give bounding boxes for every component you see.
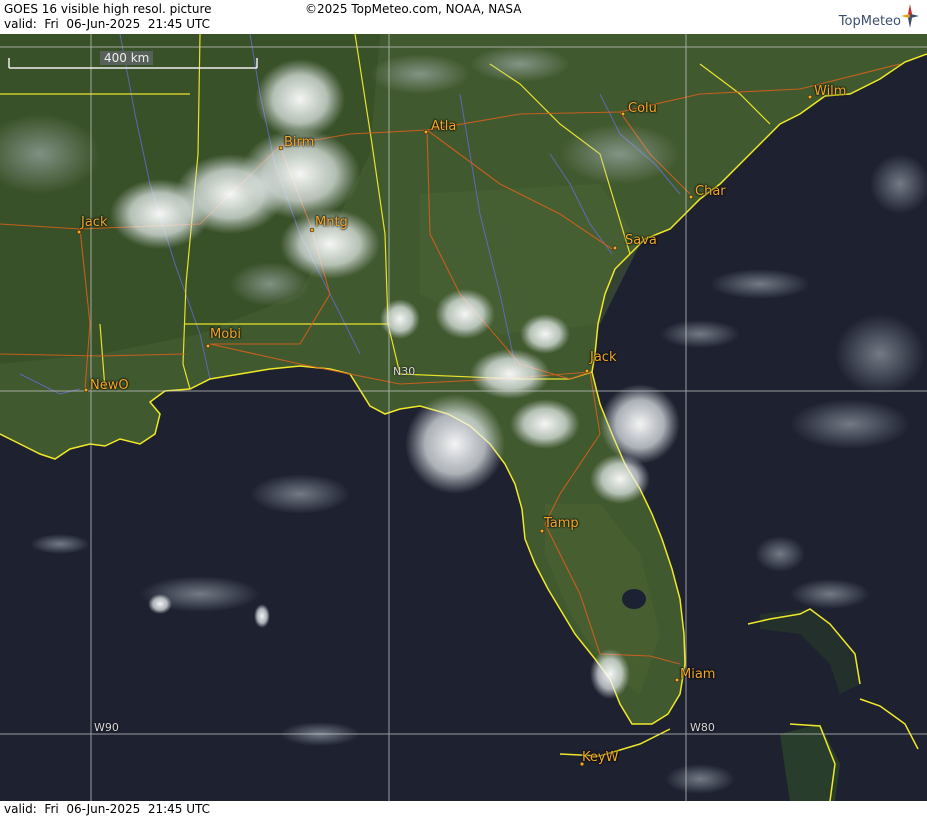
city-dot-colu <box>620 111 626 117</box>
city-label-newo: NewO <box>90 378 129 393</box>
city-label-sava: Sava <box>625 233 657 248</box>
city-dot-newo <box>83 387 89 393</box>
map-canvas <box>0 34 927 801</box>
compass-star-icon <box>901 4 919 28</box>
city-label-wilm: Wilm <box>814 84 847 99</box>
footer: valid: Fri 06-Jun-2025 21:45 UTC <box>0 801 927 817</box>
grid-label-w80: W80 <box>690 721 715 734</box>
lake-okeechobee <box>622 589 646 609</box>
city-dot-miam <box>674 677 680 683</box>
satellite-map[interactable]: 400 km Wilm Colu Atla Birm Char Jack Mnt… <box>0 34 927 801</box>
topmeteo-logo[interactable]: TopMeteo <box>811 2 921 32</box>
city-dot-mntg <box>309 227 315 233</box>
header: GOES 16 visible high resol. picture vali… <box>0 0 927 34</box>
city-label-keyw: KeyW <box>582 750 619 765</box>
grid-label-n30: N30 <box>393 365 416 378</box>
city-label-tamp: Tamp <box>544 516 579 531</box>
city-dot-birm <box>278 145 284 151</box>
city-label-char: Char <box>695 184 726 199</box>
city-label-miam: Miam <box>680 667 716 682</box>
city-label-atla: Atla <box>431 119 457 134</box>
grid-label-w90: W90 <box>94 721 119 734</box>
city-dot-atla <box>423 129 429 135</box>
city-dot-jack-fl <box>584 368 590 374</box>
city-label-jack-ms: Jack <box>81 215 108 230</box>
city-label-birm: Birm <box>284 135 315 150</box>
city-dot-jack-ms <box>76 229 82 235</box>
city-dot-sava <box>612 245 618 251</box>
copyright: ©2025 TopMeteo.com, NOAA, NASA <box>305 2 522 16</box>
image-title: GOES 16 visible high resol. picture <box>4 2 212 16</box>
scale-label: 400 km <box>100 51 154 65</box>
logo-text: TopMeteo <box>838 14 901 29</box>
city-label-mobi: Mobi <box>210 327 242 342</box>
city-label-jack-fl: Jack <box>590 350 617 365</box>
city-dot-mobi <box>205 343 211 349</box>
city-label-colu: Colu <box>628 101 657 116</box>
valid-time: valid: Fri 06-Jun-2025 21:45 UTC <box>4 17 211 31</box>
footer-valid-time: valid: Fri 06-Jun-2025 21:45 UTC <box>4 802 211 816</box>
city-dot-wilm <box>807 94 813 100</box>
city-dot-char <box>688 194 694 200</box>
city-label-mntg: Mntg <box>315 215 348 230</box>
